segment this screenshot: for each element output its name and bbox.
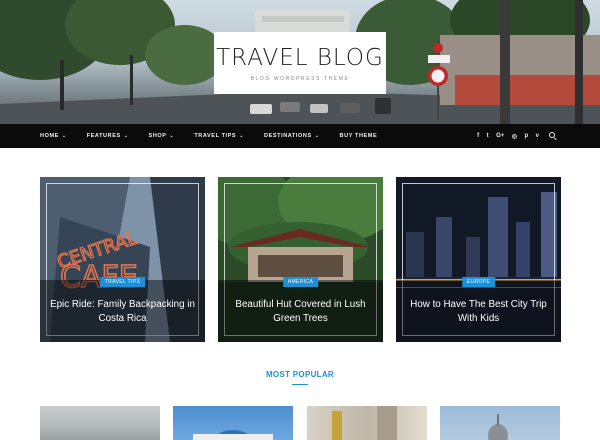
popular-post-thumbnail[interactable]: [307, 406, 427, 440]
instagram-icon[interactable]: ◎: [512, 133, 517, 140]
popular-post-thumbnail[interactable]: [440, 406, 560, 440]
featured-post-card[interactable]: CENTRAL CAFE TRAVEL TIPS Epic Ride: Fami…: [40, 177, 205, 342]
nav-item-travel-tips[interactable]: TRAVEL TIPS ⌄: [194, 124, 244, 148]
popular-post-thumbnail[interactable]: [40, 406, 160, 440]
nav-menu: HOME ⌄ FEATURES ⌄ SHOP ⌄ TRAVEL TIPS ⌄ D…: [40, 124, 397, 148]
google-plus-icon[interactable]: G+: [496, 133, 504, 139]
popular-post-image: [193, 430, 273, 440]
chevron-down-icon: ⌄: [61, 133, 67, 139]
nav-item-label: BUY THEME: [339, 133, 378, 139]
main-navigation: HOME ⌄ FEATURES ⌄ SHOP ⌄ TRAVEL TIPS ⌄ D…: [0, 124, 600, 148]
featured-post-card[interactable]: EUROPE How to Have The Best City Trip Wi…: [396, 177, 561, 342]
featured-post-title[interactable]: Epic Ride: Family Backpacking in Costa R…: [50, 298, 195, 326]
category-badge[interactable]: EUROPE: [461, 277, 496, 287]
pinterest-icon[interactable]: p: [524, 133, 528, 139]
nav-item-label: FEATURES: [86, 133, 121, 139]
popular-post-image: [332, 406, 397, 440]
search-icon[interactable]: [549, 131, 558, 141]
popular-post-image: [488, 414, 508, 440]
facebook-icon[interactable]: f: [477, 133, 479, 139]
category-badge[interactable]: TRAVEL TIPS: [99, 277, 146, 287]
featured-post-title[interactable]: Beautiful Hut Covered in Lush Green Tree…: [228, 298, 373, 326]
most-popular-heading: MOST POPULAR: [265, 370, 335, 379]
nav-item-destinations[interactable]: DESTINATIONS ⌄: [264, 124, 320, 148]
featured-post-card[interactable]: AMERICA Beautiful Hut Covered in Lush Gr…: [218, 177, 383, 342]
nav-item-label: DESTINATIONS: [264, 133, 312, 139]
nav-item-shop[interactable]: SHOP ⌄: [149, 124, 175, 148]
featured-post-title[interactable]: How to Have The Best City Trip With Kids: [406, 298, 551, 326]
nav-item-buy-theme[interactable]: BUY THEME: [340, 124, 378, 148]
nav-item-label: HOME: [40, 133, 59, 139]
site-logo[interactable]: TRAVEL BLOG BLOG WORDPRESS THEME: [214, 32, 386, 94]
twitter-icon[interactable]: t: [487, 133, 489, 139]
nav-item-label: SHOP: [148, 133, 167, 139]
site-tagline: BLOG WORDPRESS THEME: [250, 76, 350, 82]
category-badge[interactable]: AMERICA: [282, 277, 319, 287]
nav-item-features[interactable]: FEATURES ⌄: [87, 124, 129, 148]
header-banner: TRAVEL BLOG BLOG WORDPRESS THEME: [0, 0, 600, 124]
nav-item-home[interactable]: HOME ⌄: [40, 124, 67, 148]
search-icon-handle: [553, 137, 557, 141]
heading-underline: [292, 384, 308, 385]
chevron-down-icon: ⌄: [169, 133, 175, 139]
chevron-down-icon: ⌄: [314, 133, 320, 139]
popular-post-thumbnail[interactable]: [173, 406, 293, 440]
site-title[interactable]: TRAVEL BLOG: [214, 45, 386, 71]
nav-item-label: TRAVEL TIPS: [194, 133, 237, 139]
chevron-down-icon: ⌄: [239, 133, 244, 139]
chevron-down-icon: ⌄: [123, 133, 129, 139]
social-links: f t G+ ◎ p v: [470, 124, 558, 148]
vimeo-icon[interactable]: v: [536, 133, 539, 139]
